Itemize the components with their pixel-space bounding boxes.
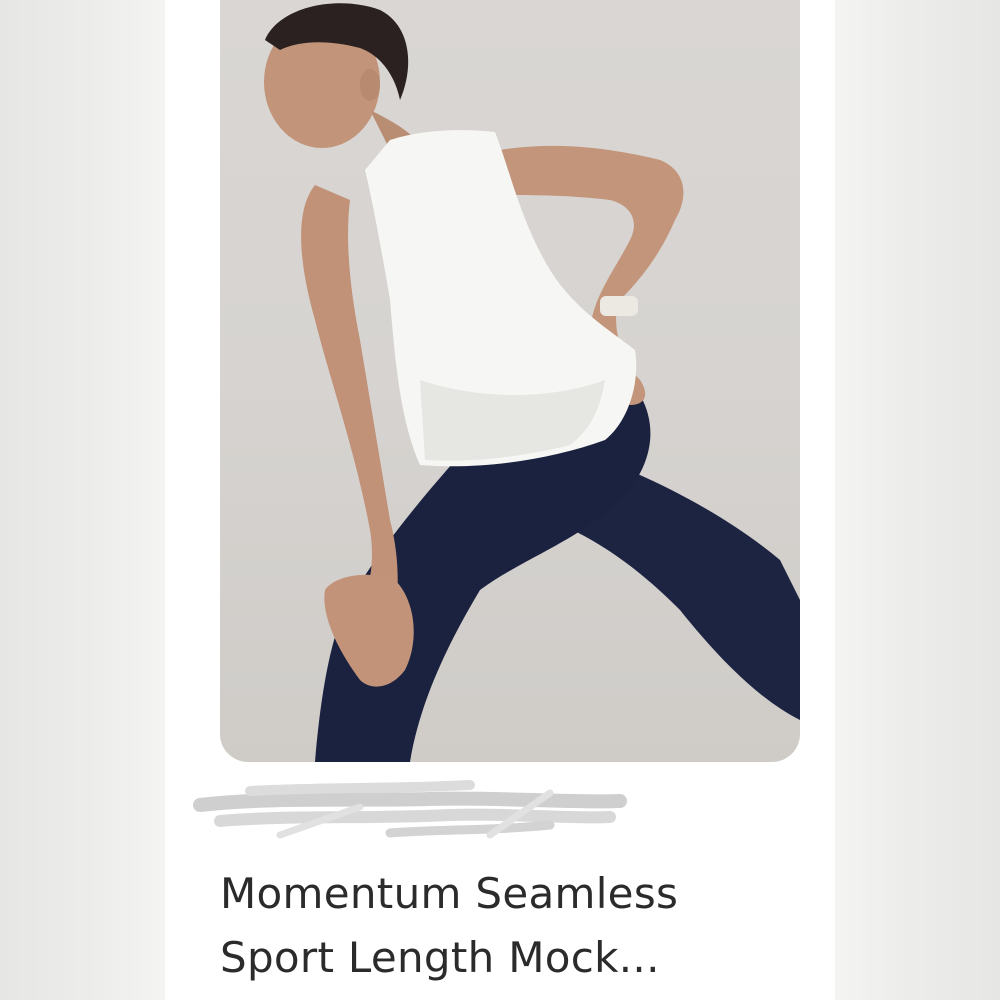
- product-title-line-2: Sport Length Mock...: [220, 933, 660, 982]
- blurred-background-left: [0, 0, 165, 1000]
- wristband: [600, 296, 638, 316]
- product-title[interactable]: Momentum Seamless Sport Length Mock...: [220, 862, 820, 990]
- redacted-seller-name: [193, 780, 627, 839]
- product-image[interactable]: [220, 0, 800, 762]
- product-photo-illustration: [264, 3, 800, 762]
- product-title-line-1: Momentum Seamless: [220, 869, 679, 918]
- ear: [360, 69, 380, 101]
- blurred-background-right: [835, 0, 1000, 1000]
- product-card[interactable]: Momentum Seamless Sport Length Mock...: [165, 0, 835, 1000]
